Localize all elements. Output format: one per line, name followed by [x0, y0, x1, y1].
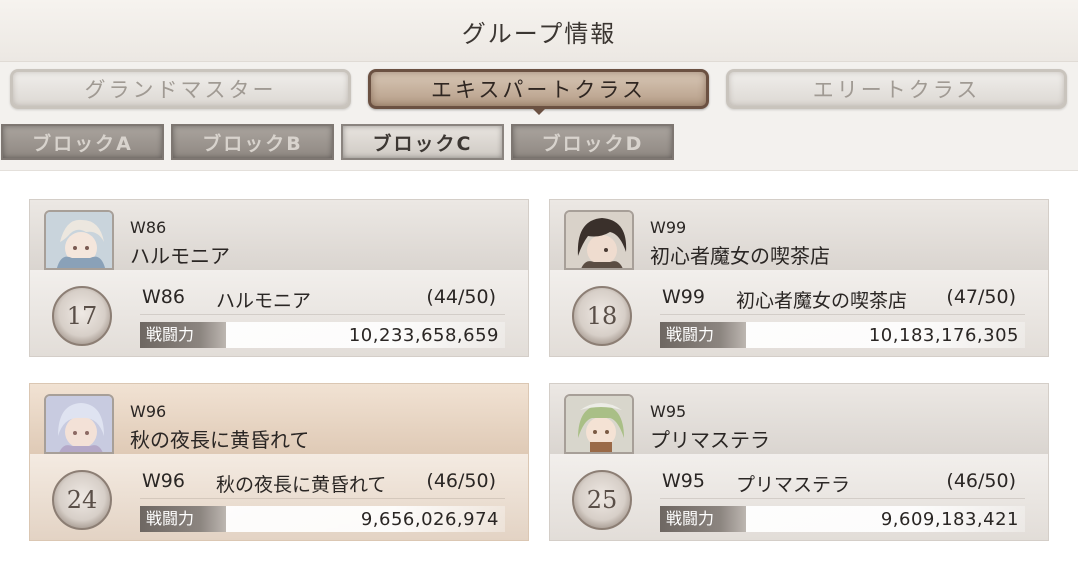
guild-card-header: W96 秋の夜長に黄昏れて: [30, 384, 528, 454]
character-portrait-icon: [564, 394, 634, 454]
character-portrait-icon: [44, 210, 114, 270]
guild-server-detail: W86: [142, 286, 185, 308]
guild-card-body: 24 W96 秋の夜長に黄昏れて (46/50) 戦闘力 9,656,026,9…: [30, 454, 528, 540]
guild-server: W95: [650, 402, 687, 421]
divider: [140, 314, 505, 315]
power-bar: 戦闘力 9,656,026,974: [140, 506, 505, 532]
power-label: 戦闘力: [660, 506, 746, 532]
member-count: (44/50): [426, 286, 496, 308]
tab-block-c[interactable]: ブロックC: [341, 124, 504, 160]
power-label: 戦闘力: [140, 322, 226, 348]
rank-badge: 17: [52, 286, 112, 346]
guild-card[interactable]: W86 ハルモニア 17 W86 ハルモニア (44/50) 戦闘力 10,23…: [29, 199, 529, 357]
guild-server: W86: [130, 218, 167, 237]
guild-name: ハルモニア: [130, 244, 230, 268]
guild-name-detail: 秋の夜長に黄昏れて: [216, 474, 387, 496]
power-label: 戦闘力: [140, 506, 226, 532]
title-bar: グループ情報: [0, 0, 1078, 62]
guild-card-header: W86 ハルモニア: [30, 200, 528, 270]
member-count: (47/50): [946, 286, 1016, 308]
tab-expert-class[interactable]: エキスパートクラス: [368, 69, 709, 115]
guild-name-detail: プリマステラ: [736, 474, 851, 496]
rank-badge: 25: [572, 470, 632, 530]
divider: [140, 498, 505, 499]
power-value: 9,609,183,421: [880, 509, 1019, 530]
guild-card[interactable]: W95 プリマステラ 25 W95 プリマステラ (46/50) 戦闘力 9,6…: [549, 383, 1049, 541]
guild-name-detail: 初心者魔女の喫茶店: [736, 290, 908, 312]
guild-server-detail: W96: [142, 470, 185, 492]
guild-name: 初心者魔女の喫茶店: [650, 244, 830, 268]
page-title: グループ情報: [461, 20, 617, 48]
guild-list: W86 ハルモニア 17 W86 ハルモニア (44/50) 戦闘力 10,23…: [0, 170, 1078, 570]
tab-block-d[interactable]: ブロックD: [511, 124, 674, 160]
rank-badge: 24: [52, 470, 112, 530]
tab-elite-class[interactable]: エリートクラス: [726, 69, 1067, 109]
tab-block-b[interactable]: ブロックB: [171, 124, 334, 160]
character-portrait-icon: [44, 394, 114, 454]
tab-block-a[interactable]: ブロックA: [1, 124, 164, 160]
power-bar: 戦闘力 10,233,658,659: [140, 322, 505, 348]
guild-server: W96: [130, 402, 167, 421]
guild-card-own[interactable]: W96 秋の夜長に黄昏れて 24 W96 秋の夜長に黄昏れて (46/50) 戦…: [29, 383, 529, 541]
divider: [660, 498, 1025, 499]
power-label: 戦闘力: [660, 322, 746, 348]
power-value: 9,656,026,974: [360, 509, 499, 530]
guild-card-header: W95 プリマステラ: [550, 384, 1048, 454]
guild-server: W99: [650, 218, 687, 237]
power-bar: 戦闘力 9,609,183,421: [660, 506, 1025, 532]
power-bar: 戦闘力 10,183,176,305: [660, 322, 1025, 348]
guild-card-body: 17 W86 ハルモニア (44/50) 戦闘力 10,233,658,659: [30, 270, 528, 356]
guild-server-detail: W95: [662, 470, 705, 492]
class-tabs: グランドマスター エキスパートクラス エリートクラス: [0, 67, 1078, 115]
guild-name: プリマステラ: [650, 428, 770, 452]
block-tabs: ブロックA ブロックB ブロックC ブロックD: [0, 124, 700, 162]
member-count: (46/50): [426, 470, 496, 492]
guild-name-detail: ハルモニア: [216, 290, 312, 312]
tab-grandmaster[interactable]: グランドマスター: [10, 69, 351, 109]
character-portrait-icon: [564, 210, 634, 270]
member-count: (46/50): [946, 470, 1016, 492]
guild-card-header: W99 初心者魔女の喫茶店: [550, 200, 1048, 270]
divider: [660, 314, 1025, 315]
guild-name: 秋の夜長に黄昏れて: [130, 428, 310, 452]
rank-badge: 18: [572, 286, 632, 346]
guild-server-detail: W99: [662, 286, 705, 308]
guild-card-body: 25 W95 プリマステラ (46/50) 戦闘力 9,609,183,421: [550, 454, 1048, 540]
power-value: 10,233,658,659: [348, 325, 499, 346]
guild-card[interactable]: W99 初心者魔女の喫茶店 18 W99 初心者魔女の喫茶店 (47/50) 戦…: [549, 199, 1049, 357]
guild-card-body: 18 W99 初心者魔女の喫茶店 (47/50) 戦闘力 10,183,176,…: [550, 270, 1048, 356]
power-value: 10,183,176,305: [868, 325, 1019, 346]
